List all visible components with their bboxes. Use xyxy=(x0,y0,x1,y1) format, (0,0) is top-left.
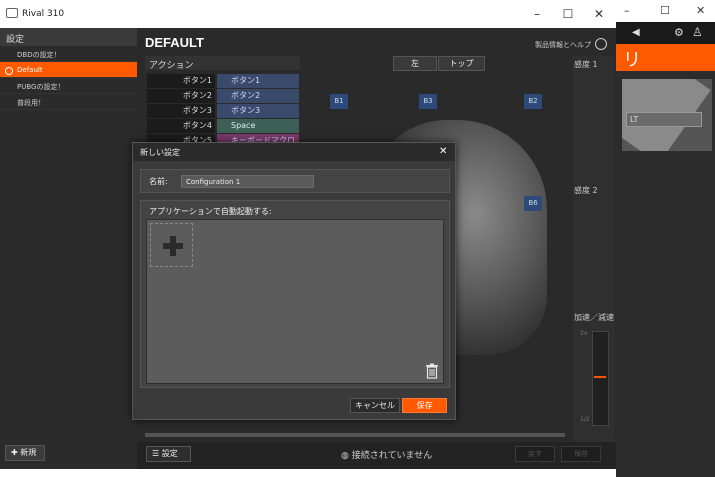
sidebar-item-pubg[interactable]: PUBGの設定！ xyxy=(0,78,137,94)
background-card[interactable]: LT xyxy=(622,79,712,151)
titlebar: Rival 310 – ☐ ✕ xyxy=(0,0,616,28)
button-row-4[interactable]: ボタン4 Space xyxy=(147,119,299,133)
name-label: 名前: xyxy=(149,177,168,186)
close-icon[interactable]: ✕ xyxy=(584,5,614,23)
button-row-label: ボタン1 xyxy=(147,74,215,88)
dialog-close-icon[interactable]: ✕ xyxy=(439,146,447,157)
sidebar-item-default[interactable]: Default xyxy=(0,62,137,78)
cancel-button[interactable]: キャンセル xyxy=(350,398,400,413)
new-config-label: 新規 xyxy=(20,448,37,457)
new-config-dialog: 新しい設定 ✕ 名前: アプリケーションで自動起動する: xyxy=(132,142,456,420)
button-row-label: ボタン3 xyxy=(147,104,215,118)
sidebar: 設定 DBDの設定！ Default PUBGの設定！ 普段用！ ✚ 新規 xyxy=(0,28,137,469)
page-title: DEFAULT xyxy=(145,35,204,50)
button-row-value[interactable]: ボタン3 xyxy=(217,104,299,118)
action-header: アクション xyxy=(145,56,300,71)
view-top-tab[interactable]: トップ xyxy=(438,56,485,71)
acceleration-slider-handle[interactable] xyxy=(594,376,606,378)
apps-list[interactable] xyxy=(146,219,444,384)
name-input[interactable] xyxy=(181,175,314,188)
settings-label: 設定 xyxy=(161,449,178,458)
maximize-icon[interactable]: ☐ xyxy=(553,5,583,23)
button-row-value[interactable]: ボタン1 xyxy=(217,74,299,88)
connection-status-text: 接続されていません xyxy=(351,451,433,461)
add-app-button[interactable] xyxy=(150,223,193,267)
button-row-value[interactable]: Space xyxy=(217,119,299,133)
minimize-icon[interactable]: – xyxy=(624,4,630,17)
sensitivity-2-label: 感度 2 xyxy=(574,186,598,195)
accel-min-label: 1/2 xyxy=(580,416,590,423)
settings-button[interactable]: ☰ 設定 xyxy=(146,446,191,462)
view-left-tab[interactable]: 左 xyxy=(393,56,437,71)
close-icon[interactable]: ✕ xyxy=(696,4,705,17)
app-icon xyxy=(6,8,18,18)
help-icon[interactable] xyxy=(595,38,607,50)
background-window: – ☐ ✕ ◀ 1 ⚙ ♙ リ LT xyxy=(616,0,715,477)
user-icon[interactable]: ♙ xyxy=(692,25,703,39)
maximize-icon[interactable]: ☐ xyxy=(660,4,670,17)
background-toolbar: ◀ 1 ⚙ ♙ xyxy=(616,22,715,61)
button-row-3[interactable]: ボタン3 ボタン3 xyxy=(147,104,299,118)
window-title: Rival 310 xyxy=(22,9,65,19)
background-orange-banner: リ xyxy=(616,44,715,71)
button-row-2[interactable]: ボタン2 ボタン2 xyxy=(147,89,299,103)
sidebar-header: 設定 xyxy=(0,28,137,46)
plus-icon xyxy=(170,236,176,256)
main-window: Rival 310 – ☐ ✕ 設定 DBDの設定！ Default PUBGの… xyxy=(0,0,616,469)
help-link[interactable]: 製品情報とヘルプ xyxy=(535,40,591,50)
dialog-title: 新しい設定 xyxy=(133,143,455,161)
button-row-label: ボタン4 xyxy=(147,119,215,133)
acceleration-label: 加速／減速 xyxy=(574,313,614,322)
megaphone-icon[interactable]: ◀ xyxy=(632,27,640,38)
save-main-button[interactable]: 保存 xyxy=(561,446,601,462)
new-config-button[interactable]: ✚ 新規 xyxy=(5,445,45,461)
apps-section: アプリケーションで自動起動する: xyxy=(140,200,450,388)
gear-icon[interactable]: ⚙ xyxy=(674,26,684,39)
trash-icon[interactable] xyxy=(425,363,439,379)
sidebar-item-everyday[interactable]: 普段用！ xyxy=(0,94,137,110)
b2-tag[interactable]: B2 xyxy=(524,94,542,109)
sensitivity-1-label: 感度 1 xyxy=(574,60,598,69)
accel-max-label: 2x xyxy=(580,330,588,337)
card-label: LT xyxy=(626,112,702,127)
background-window-titlebar: – ☐ ✕ xyxy=(616,0,715,22)
mouse-disconnected-icon: ◍ xyxy=(341,451,349,461)
background-panel: LT xyxy=(616,71,715,477)
revert-button[interactable]: 戻す xyxy=(515,446,555,462)
list-icon: ☰ xyxy=(152,449,160,458)
b6-tag[interactable]: B6 xyxy=(524,196,542,211)
b1-tag[interactable]: B1 xyxy=(330,94,348,109)
acceleration-slider[interactable] xyxy=(592,331,609,426)
banner-text: リ xyxy=(623,50,641,71)
b3-tag[interactable]: B3 xyxy=(419,94,437,109)
button-row-label: ボタン2 xyxy=(147,89,215,103)
button-row-value[interactable]: ボタン2 xyxy=(217,89,299,103)
apps-label: アプリケーションで自動起動する: xyxy=(149,207,272,216)
sidebar-item-dbd[interactable]: DBDの設定！ xyxy=(0,46,137,62)
save-button[interactable]: 保存 xyxy=(402,398,447,413)
minimize-icon[interactable]: – xyxy=(522,5,552,23)
plus-icon: ✚ xyxy=(11,448,18,457)
button-row-1[interactable]: ボタン1 ボタン1 xyxy=(147,74,299,88)
name-row: 名前: xyxy=(140,169,450,193)
connection-status: ◍ 接続されていません xyxy=(341,448,432,461)
horizontal-scrollbar[interactable] xyxy=(145,433,565,437)
